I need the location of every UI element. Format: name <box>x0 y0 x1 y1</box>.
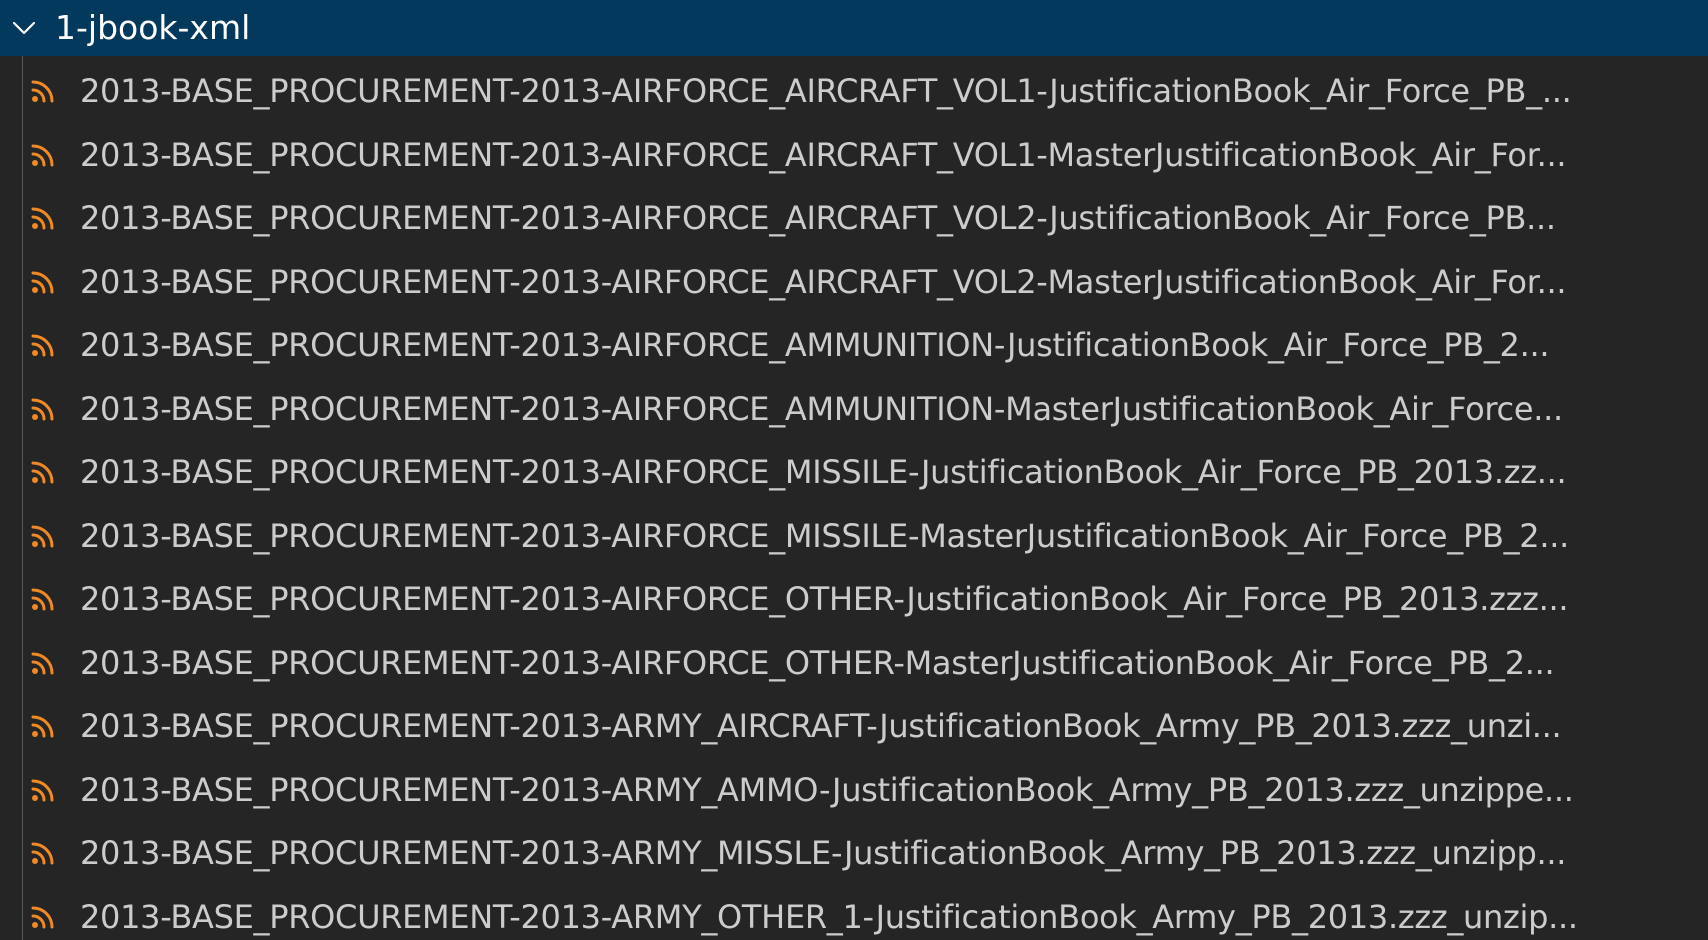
file-name: 2013-BASE_PROCUREMENT-2013-AIRFORCE_MISS… <box>80 453 1567 491</box>
rss-feed-icon <box>31 461 54 484</box>
file-row[interactable]: 2013-BASE_PROCUREMENT-2013-AIRFORCE_AMMU… <box>0 378 1708 442</box>
file-row[interactable]: 2013-BASE_PROCUREMENT-2013-ARMY_AMMO-Jus… <box>0 759 1708 823</box>
file-name: 2013-BASE_PROCUREMENT-2013-AIRFORCE_OTHE… <box>80 580 1569 618</box>
file-name: 2013-BASE_PROCUREMENT-2013-AIRFORCE_AIRC… <box>80 262 1567 301</box>
file-row[interactable]: 2013-BASE_PROCUREMENT-2013-AIRFORCE_AIRC… <box>0 60 1708 124</box>
file-explorer-tree: 1-jbook-xml 2013-BASE_PROCUREMENT-2013-A… <box>0 0 1708 940</box>
file-name: 2013-BASE_PROCUREMENT-2013-AIRFORCE_AMMU… <box>80 389 1563 428</box>
file-row[interactable]: 2013-BASE_PROCUREMENT-2013-ARMY_OTHER_1-… <box>0 886 1708 940</box>
file-row[interactable]: 2013-BASE_PROCUREMENT-2013-AIRFORCE_AIRC… <box>0 187 1708 251</box>
file-name: 2013-BASE_PROCUREMENT-2013-AIRFORCE_AIRC… <box>80 135 1567 174</box>
file-name: 2013-BASE_PROCUREMENT-2013-ARMY_MISSLE-J… <box>80 834 1567 872</box>
folder-row-1-jbook-xml[interactable]: 1-jbook-xml <box>0 0 1708 56</box>
file-list: 2013-BASE_PROCUREMENT-2013-AIRFORCE_AIRC… <box>0 60 1708 940</box>
rss-feed-icon <box>31 525 54 547</box>
rss-feed-icon <box>31 207 54 230</box>
folder-name: 1-jbook-xml <box>55 8 251 47</box>
file-row[interactable]: 2013-BASE_PROCUREMENT-2013-ARMY_AIRCRAFT… <box>0 695 1708 759</box>
rss-feed-icon <box>31 715 54 738</box>
rss-feed-icon <box>31 779 54 801</box>
file-name: 2013-BASE_PROCUREMENT-2013-ARMY_OTHER_1-… <box>80 897 1578 936</box>
file-row[interactable]: 2013-BASE_PROCUREMENT-2013-ARMY_MISSLE-J… <box>0 822 1708 886</box>
rss-feed-icon <box>31 334 54 357</box>
file-name: 2013-BASE_PROCUREMENT-2013-AIRFORCE_AIRC… <box>80 72 1572 110</box>
file-row[interactable]: 2013-BASE_PROCUREMENT-2013-AIRFORCE_AIRC… <box>0 251 1708 315</box>
rss-feed-icon <box>31 652 54 674</box>
file-name: 2013-BASE_PROCUREMENT-2013-ARMY_AMMO-Jus… <box>80 770 1574 809</box>
rss-feed-icon <box>31 144 54 166</box>
file-row[interactable]: 2013-BASE_PROCUREMENT-2013-AIRFORCE_MISS… <box>0 441 1708 505</box>
file-row[interactable]: 2013-BASE_PROCUREMENT-2013-AIRFORCE_MISS… <box>0 505 1708 569</box>
rss-feed-icon <box>31 398 54 420</box>
file-row[interactable]: 2013-BASE_PROCUREMENT-2013-AIRFORCE_AIRC… <box>0 124 1708 188</box>
rss-feed-icon <box>31 80 54 103</box>
rss-feed-icon <box>31 271 54 293</box>
file-name: 2013-BASE_PROCUREMENT-2013-AIRFORCE_AMMU… <box>80 326 1550 364</box>
file-row[interactable]: 2013-BASE_PROCUREMENT-2013-AIRFORCE_AMMU… <box>0 314 1708 378</box>
rss-feed-icon <box>31 842 54 865</box>
rss-feed-icon <box>31 906 54 928</box>
file-row[interactable]: 2013-BASE_PROCUREMENT-2013-AIRFORCE_OTHE… <box>0 568 1708 632</box>
rss-feed-icon <box>31 588 54 611</box>
file-name: 2013-BASE_PROCUREMENT-2013-AIRFORCE_OTHE… <box>80 643 1555 682</box>
file-row[interactable]: 2013-BASE_PROCUREMENT-2013-AIRFORCE_OTHE… <box>0 632 1708 696</box>
file-name: 2013-BASE_PROCUREMENT-2013-AIRFORCE_MISS… <box>80 516 1569 555</box>
chevron-down-icon[interactable] <box>10 14 38 42</box>
file-name: 2013-BASE_PROCUREMENT-2013-ARMY_AIRCRAFT… <box>80 707 1562 745</box>
file-name: 2013-BASE_PROCUREMENT-2013-AIRFORCE_AIRC… <box>80 199 1556 237</box>
